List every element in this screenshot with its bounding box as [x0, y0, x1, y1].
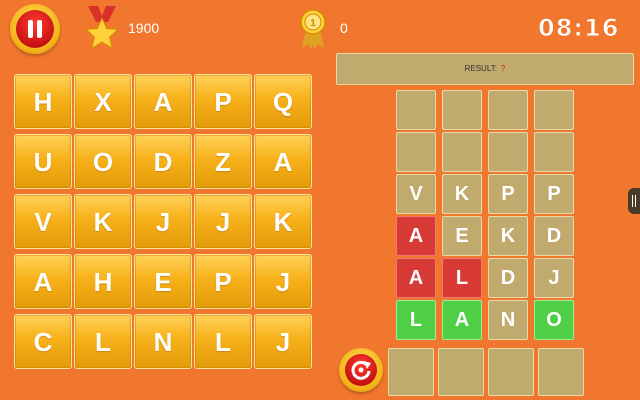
- letter-tile[interactable]: J: [194, 194, 252, 249]
- board-cell: P: [488, 174, 528, 214]
- input-slot[interactable]: [438, 348, 484, 396]
- letter-tile[interactable]: K: [74, 194, 132, 249]
- letter-tile[interactable]: A: [134, 74, 192, 129]
- result-value: ?: [500, 64, 506, 73]
- letter-tile[interactable]: H: [14, 74, 72, 129]
- board-cell: [534, 90, 574, 130]
- board-cell: [396, 90, 436, 130]
- board-cell: [488, 90, 528, 130]
- letter-tile[interactable]: E: [134, 254, 192, 309]
- letter-tile[interactable]: J: [254, 254, 312, 309]
- bonus-value: 0: [340, 20, 348, 36]
- letter-tile[interactable]: P: [194, 254, 252, 309]
- board-cell: D: [488, 258, 528, 298]
- board-cell: N: [488, 300, 528, 340]
- svg-text:1: 1: [310, 18, 316, 29]
- side-drawer-handle[interactable]: [628, 188, 640, 214]
- letter-tile[interactable]: O: [74, 134, 132, 189]
- board-cell: A: [396, 258, 436, 298]
- letter-tile[interactable]: V: [14, 194, 72, 249]
- score-value: 1900: [128, 20, 160, 36]
- pause-button[interactable]: [10, 4, 60, 54]
- letter-tile[interactable]: K: [254, 194, 312, 249]
- timer: 08:16: [537, 14, 620, 43]
- board-cell: E: [442, 216, 482, 256]
- pause-icon: [16, 10, 54, 48]
- star-medal-icon: [84, 6, 120, 50]
- board-cell: [488, 132, 528, 172]
- board-cell: P: [534, 174, 574, 214]
- letter-tile[interactable]: J: [134, 194, 192, 249]
- letter-tile[interactable]: X: [74, 74, 132, 129]
- board-cell: O: [534, 300, 574, 340]
- letter-tile[interactable]: H: [74, 254, 132, 309]
- input-slot[interactable]: [538, 348, 584, 396]
- letter-tile[interactable]: C: [14, 314, 72, 369]
- letter-tile[interactable]: A: [14, 254, 72, 309]
- input-slot[interactable]: [488, 348, 534, 396]
- letter-tile[interactable]: N: [134, 314, 192, 369]
- board-cell: A: [396, 216, 436, 256]
- reset-icon: [345, 354, 377, 386]
- board-cell: L: [442, 258, 482, 298]
- reset-button[interactable]: [339, 348, 383, 392]
- board-cell: [442, 90, 482, 130]
- letter-tile[interactable]: J: [254, 314, 312, 369]
- input-slot[interactable]: [388, 348, 434, 396]
- board-cell: A: [442, 300, 482, 340]
- board-cell: V: [396, 174, 436, 214]
- result-bar: RESULT:?: [336, 53, 634, 85]
- award-ribbon-icon: 1: [300, 9, 326, 50]
- letter-tile[interactable]: P: [194, 74, 252, 129]
- result-label: RESULT:: [464, 64, 497, 73]
- board-cell: K: [488, 216, 528, 256]
- letter-tile[interactable]: L: [194, 314, 252, 369]
- letter-tile[interactable]: Q: [254, 74, 312, 129]
- letter-tile[interactable]: Z: [194, 134, 252, 189]
- board-cell: J: [534, 258, 574, 298]
- board-cell: L: [396, 300, 436, 340]
- letter-tile[interactable]: U: [14, 134, 72, 189]
- letter-tile[interactable]: A: [254, 134, 312, 189]
- board-cell: K: [442, 174, 482, 214]
- board-cell: D: [534, 216, 574, 256]
- letter-tile[interactable]: L: [74, 314, 132, 369]
- board-cell: [396, 132, 436, 172]
- letter-tile[interactable]: D: [134, 134, 192, 189]
- board-cell: [442, 132, 482, 172]
- board-cell: [534, 132, 574, 172]
